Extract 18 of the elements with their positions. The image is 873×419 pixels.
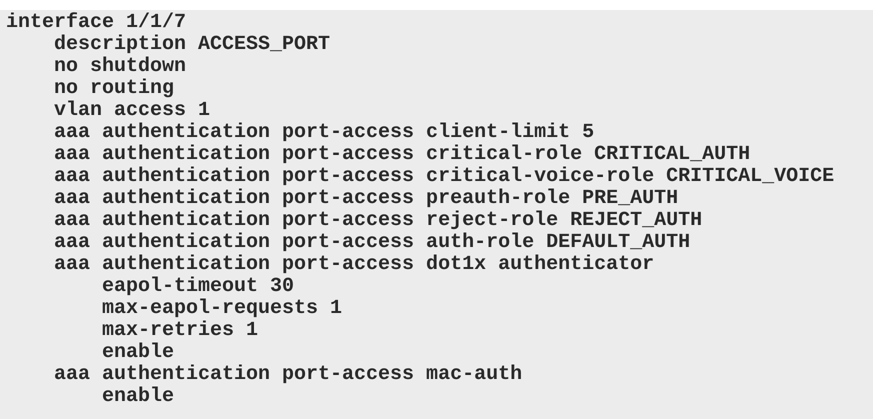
config-line: no routing — [54, 78, 174, 100]
config-line: max-eapol-requests 1 — [102, 298, 342, 320]
config-line: interface 1/1/7 — [6, 12, 186, 34]
config-line: aaa authentication port-access auth-role DEFAULT_AUTH — [54, 232, 690, 254]
config-line: description ACCESS_PORT — [54, 34, 330, 56]
config-line: aaa authentication port-access dot1x authenticator — [54, 254, 654, 276]
config-line: vlan access 1 — [54, 100, 210, 122]
config-line: aaa authentication port-access reject-role REJECT_AUTH — [54, 210, 702, 232]
config-line: aaa authentication port-access preauth-role PRE_AUTH — [54, 188, 678, 210]
config-line: max-retries 1 — [102, 320, 258, 342]
config-line: enable — [102, 386, 174, 408]
config-line: eapol-timeout 30 — [102, 276, 294, 298]
config-line: aaa authentication port-access critical-voice-role CRITICAL_VOICE — [54, 166, 834, 188]
config-line: no shutdown — [54, 56, 186, 78]
config-line: aaa authentication port-access mac-auth — [54, 364, 522, 386]
config-line: aaa authentication port-access critical-role CRITICAL_AUTH — [54, 144, 750, 166]
config-line: enable — [102, 342, 174, 364]
config-line: aaa authentication port-access client-limit 5 — [54, 122, 594, 144]
